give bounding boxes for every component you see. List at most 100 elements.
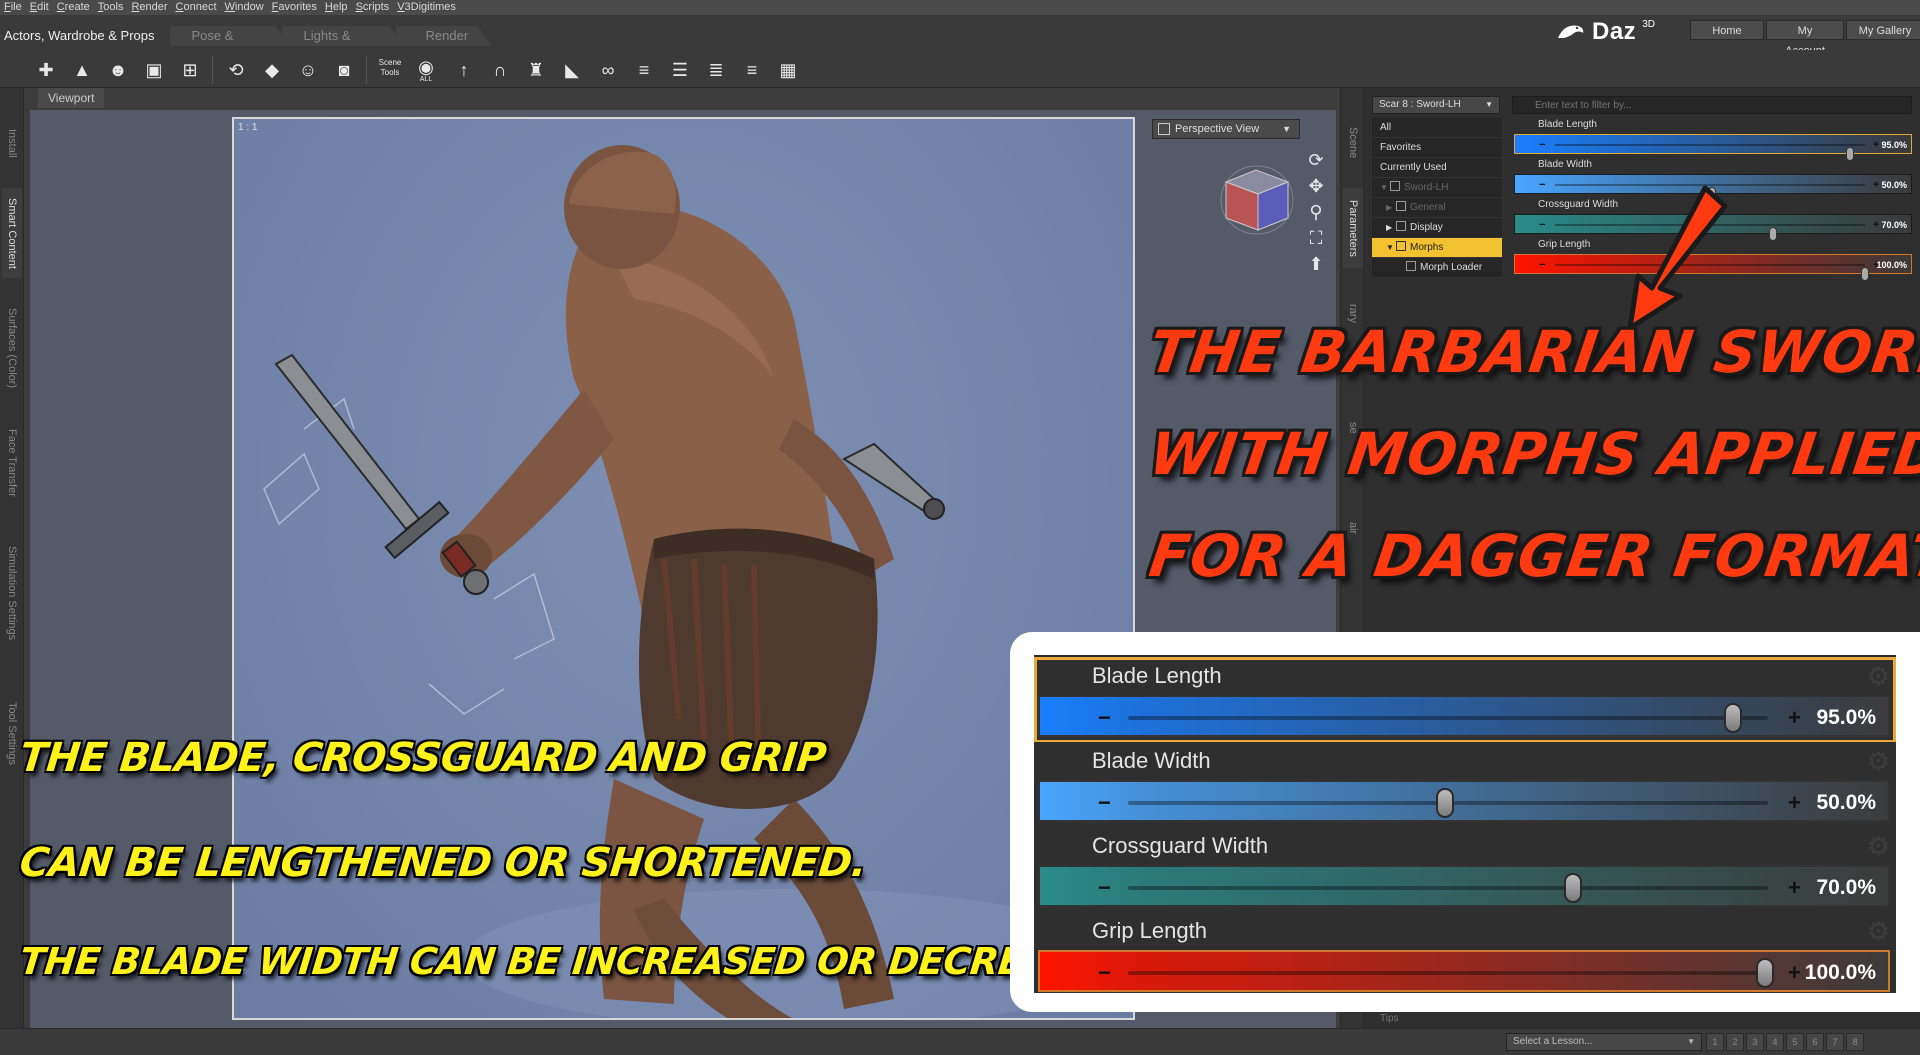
gear-icon[interactable]: ⚙ — [1867, 661, 1890, 692]
props-icon[interactable]: ▣ — [142, 58, 166, 82]
scene-tools-icon[interactable]: Scene Tools — [378, 58, 402, 82]
frame-icon[interactable]: ⛶ — [1304, 226, 1328, 250]
my-gallery-button[interactable]: My Gallery — [1846, 20, 1920, 40]
tree-item-morph-loader[interactable]: Morph Loader — [1372, 258, 1502, 278]
align-left-icon[interactable]: ≡ — [632, 58, 656, 82]
menu-connect[interactable]: Connect — [176, 0, 217, 15]
align-center-icon[interactable]: ☰ — [668, 58, 692, 82]
tree-item-display[interactable]: ▶ Display — [1372, 218, 1502, 238]
gear-icon[interactable]: ⚙ — [1867, 916, 1890, 947]
tab-smart-content[interactable]: Smart Content — [2, 188, 22, 278]
align-sub-icon[interactable]: ≡ — [740, 58, 764, 82]
increment-icon[interactable]: + — [1788, 952, 1801, 994]
magnet-icon[interactable]: ∩ — [488, 58, 512, 82]
tab-pose-animate[interactable]: Pose & Animate — [170, 26, 290, 46]
lesson-step-button[interactable]: 5 — [1786, 1033, 1804, 1051]
decrement-icon[interactable]: − — [1539, 255, 1545, 275]
zoomed-slider-bar[interactable]: − +95.0% — [1038, 695, 1890, 737]
lesson-step-button[interactable]: 6 — [1806, 1033, 1824, 1051]
zoomed-slider-knob[interactable] — [1436, 788, 1454, 818]
eye-icon[interactable]: ◉ ALL — [414, 58, 438, 83]
zoomed-slider-crossguard-width[interactable]: Crossguard Width ⚙ − +70.0% — [1034, 827, 1896, 913]
tab-install[interactable]: Install — [2, 118, 22, 168]
lesson-step-button[interactable]: 8 — [1846, 1033, 1864, 1051]
decrement-icon[interactable]: − — [1539, 215, 1545, 235]
decrement-icon[interactable]: − — [1098, 952, 1111, 994]
camera-icon[interactable]: ◙ — [332, 58, 356, 82]
zoomed-slider-knob[interactable] — [1724, 703, 1742, 733]
zoomed-slider-blade-width[interactable]: Blade Width ⚙ − +50.0% — [1034, 742, 1896, 828]
shirt-icon[interactable]: ♜ — [524, 58, 548, 82]
tree-item-all[interactable]: All — [1372, 118, 1502, 138]
rigging-icon[interactable]: ↑ — [452, 58, 476, 82]
lesson-step-button[interactable]: 1 — [1706, 1033, 1724, 1051]
tree-item-general[interactable]: ▶ General — [1372, 198, 1502, 218]
zoomed-slider-grip-length[interactable]: Grip Length ⚙ − +100.0% — [1034, 912, 1896, 993]
increment-icon[interactable]: + — [1873, 135, 1879, 155]
tab-render[interactable]: Render — [396, 26, 492, 46]
menu-render[interactable]: Render — [131, 0, 167, 15]
reset-view-icon[interactable]: ⬆ — [1304, 252, 1328, 276]
gear-icon[interactable]: ⚙ — [1867, 831, 1890, 862]
increment-icon[interactable]: + — [1873, 175, 1879, 195]
increment-icon[interactable]: + — [1788, 697, 1801, 739]
slider-knob[interactable] — [1861, 267, 1869, 281]
scene-icon[interactable]: ⊞ — [178, 58, 202, 82]
animation-icon[interactable]: ◆ — [260, 58, 284, 82]
smart-content-icon[interactable]: ✚ — [34, 58, 58, 82]
pan-icon[interactable]: ✥ — [1304, 174, 1328, 198]
decrement-icon[interactable]: − — [1098, 697, 1111, 739]
pose-icon[interactable]: ⟲ — [224, 58, 248, 82]
increment-icon[interactable]: + — [1788, 867, 1801, 909]
my-account-button[interactable]: My Account — [1766, 20, 1844, 57]
lesson-step-button[interactable]: 7 — [1826, 1033, 1844, 1051]
zoom-icon[interactable]: ⚲ — [1304, 200, 1328, 224]
tree-item-morphs[interactable]: ▼ Morphs — [1372, 238, 1502, 258]
decrement-icon[interactable]: − — [1539, 135, 1545, 155]
gear-icon[interactable]: ⚙ — [1867, 746, 1890, 777]
slider-bar[interactable]: − +95.0% — [1514, 134, 1912, 161]
tab-parameters[interactable]: Parameters — [1343, 188, 1363, 268]
character-icon[interactable]: ☺ — [296, 58, 320, 82]
tree-item-currently-used[interactable]: Currently Used — [1372, 158, 1502, 178]
node-select[interactable]: Scar 8 : Sword-LH ▼ — [1372, 96, 1500, 114]
menu-file[interactable]: File — [4, 0, 22, 15]
decrement-icon[interactable]: − — [1098, 867, 1111, 909]
slider-blade-length[interactable]: Blade Length − +95.0% — [1512, 118, 1916, 161]
menu-window[interactable]: Window — [225, 0, 264, 15]
increment-icon[interactable]: + — [1788, 782, 1801, 824]
shoe-icon[interactable]: ◣ — [560, 58, 584, 82]
figure-icon[interactable]: ☻ — [106, 58, 130, 82]
tab-actors-wardrobe-props[interactable]: Actors, Wardrobe & Props — [0, 26, 178, 46]
increment-icon[interactable]: + — [1873, 215, 1879, 235]
lesson-step-button[interactable]: 4 — [1766, 1033, 1784, 1051]
menu-create[interactable]: Create — [57, 0, 90, 15]
tab-simulation-settings[interactable]: Simulation Settings — [2, 528, 22, 658]
zoomed-slider-blade-length[interactable]: Blade Length ⚙ − +95.0% — [1034, 657, 1896, 743]
zoomed-slider-knob[interactable] — [1564, 873, 1582, 903]
camera-select[interactable]: Perspective View ▼ — [1152, 119, 1300, 139]
glasses-icon[interactable]: ∞ — [596, 58, 620, 82]
orbit-icon[interactable]: ⟳ — [1304, 148, 1328, 172]
zoomed-slider-bar[interactable]: − +50.0% — [1038, 780, 1890, 822]
viewport-tab[interactable]: Viewport — [38, 88, 105, 108]
view-cube[interactable] — [1218, 160, 1296, 238]
tree-item-node[interactable]: ▼ Sword-LH — [1372, 178, 1502, 198]
tab-scene[interactable]: Scene — [1343, 118, 1363, 168]
menu-scripts[interactable]: Scripts — [356, 0, 390, 15]
zoomed-slider-knob[interactable] — [1756, 958, 1774, 988]
tab-lights-cameras[interactable]: Lights & Cameras — [282, 26, 404, 46]
menu-help[interactable]: Help — [325, 0, 348, 15]
tips-label[interactable]: Tips — [1380, 1013, 1399, 1024]
zoomed-slider-bar[interactable]: − +70.0% — [1038, 865, 1890, 907]
home-button[interactable]: Home — [1690, 20, 1764, 40]
menu-favorites[interactable]: Favorites — [272, 0, 317, 15]
filter-input[interactable] — [1512, 96, 1912, 114]
grid-icon[interactable]: ▦ — [776, 58, 800, 82]
menu-v3digitimes[interactable]: V3Digitimes — [397, 0, 456, 15]
lesson-step-button[interactable]: 2 — [1726, 1033, 1744, 1051]
tab-surfaces[interactable]: Surfaces (Color) — [2, 293, 22, 403]
tree-item-favorites[interactable]: Favorites — [1372, 138, 1502, 158]
tab-face-transfer[interactable]: Face Transfer — [2, 418, 22, 508]
decrement-icon[interactable]: − — [1098, 782, 1111, 824]
